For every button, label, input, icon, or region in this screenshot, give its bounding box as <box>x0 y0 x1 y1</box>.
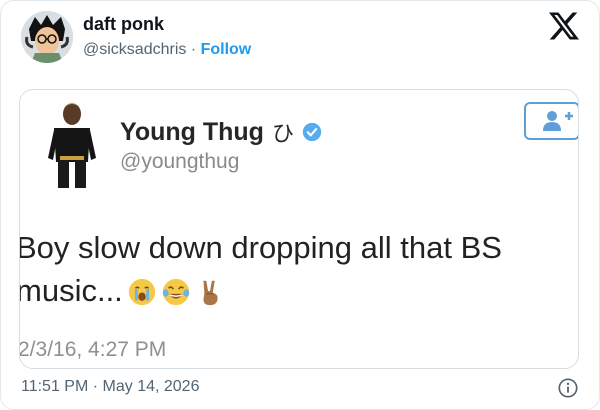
author-avatar[interactable] <box>21 11 73 63</box>
quoted-time: 2/3/16, 4:27 PM <box>19 338 167 361</box>
quoted-name-row: Young Thug ひ <box>120 116 322 148</box>
author-name[interactable]: daft ponk <box>83 14 164 35</box>
quoted-tweet-text: Boy slow down dropping all that BS music… <box>19 226 576 312</box>
author-handle[interactable]: @sicksadchris <box>83 41 186 58</box>
quoted-name-symbol: ひ <box>271 121 294 146</box>
embedded-tweet-screenshot[interactable]: Young Thug ひ @youngthug Boy slow down dr… <box>19 89 579 369</box>
tweet-card: daft ponk @sicksadchris · Follow Young T… <box>0 0 600 410</box>
screenshot-content: Young Thug ひ @youngthug Boy slow down dr… <box>20 90 578 368</box>
follow-link[interactable]: Follow <box>201 41 252 58</box>
quoted-avatar <box>40 100 104 190</box>
emoji-group <box>127 277 225 307</box>
tears-of-joy-icon <box>162 278 189 306</box>
separator: · <box>186 41 201 58</box>
follow-button[interactable] <box>524 102 578 140</box>
crying-face-icon <box>128 278 155 306</box>
info-icon[interactable] <box>557 377 579 399</box>
quoted-name: Young Thug <box>120 117 264 146</box>
author-handle-row: @sicksadchris · Follow <box>83 41 251 59</box>
verified-badge-icon <box>302 122 322 142</box>
quoted-text-line-1: Boy slow down dropping all that BS <box>19 230 502 265</box>
add-user-icon <box>543 111 573 131</box>
quoted-text-line-2-row: music... <box>19 269 576 312</box>
avatar-illustration <box>21 11 73 63</box>
quoted-handle: @youngthug <box>120 150 240 173</box>
victory-hand-icon <box>203 280 218 306</box>
x-logo-icon[interactable] <box>549 11 579 41</box>
quoted-text-line-2: music... <box>19 273 123 308</box>
tweet-timestamp[interactable]: 11:51 PM · May 14, 2026 <box>21 378 199 396</box>
